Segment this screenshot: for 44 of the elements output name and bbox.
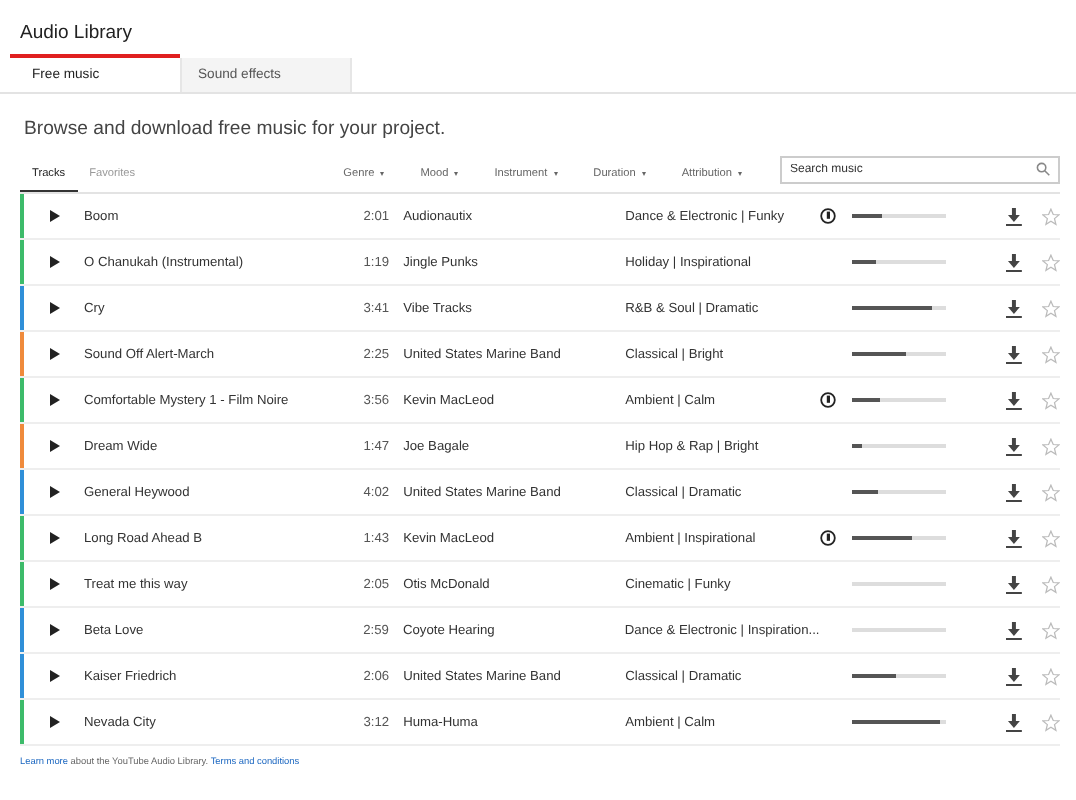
star-icon[interactable]	[1042, 437, 1060, 455]
play-icon[interactable]	[49, 348, 60, 360]
download-icon[interactable]	[1006, 437, 1023, 455]
star-icon[interactable]	[1042, 253, 1060, 271]
star-icon[interactable]	[1042, 207, 1060, 225]
play-icon[interactable]	[49, 210, 60, 222]
caret-icon	[641, 172, 646, 176]
download-icon[interactable]	[1006, 253, 1023, 271]
page-heading: Browse and download free music for your project.	[24, 118, 448, 140]
play-icon[interactable]	[49, 716, 60, 728]
star-icon[interactable]	[1042, 667, 1060, 685]
page-title: Audio Library	[20, 22, 132, 48]
play-icon[interactable]	[49, 440, 60, 452]
play-icon[interactable]	[49, 486, 60, 498]
star-icon[interactable]	[1042, 529, 1060, 547]
play-icon[interactable]	[49, 624, 60, 636]
star-icon[interactable]	[1042, 299, 1060, 317]
download-icon[interactable]	[1006, 575, 1023, 593]
download-icon[interactable]	[1006, 207, 1023, 225]
caret-icon	[738, 172, 742, 176]
caret-icon	[454, 172, 459, 176]
download-icon[interactable]	[1006, 299, 1023, 317]
caret-icon	[553, 172, 558, 176]
star-icon[interactable]	[1042, 391, 1060, 409]
download-icon[interactable]	[1006, 667, 1023, 685]
star-icon[interactable]	[1042, 621, 1060, 639]
download-icon[interactable]	[1006, 529, 1023, 547]
star-icon[interactable]	[1042, 713, 1060, 731]
play-icon[interactable]	[49, 256, 60, 268]
download-icon[interactable]	[1006, 621, 1023, 639]
star-icon[interactable]	[1042, 345, 1060, 363]
play-icon[interactable]	[49, 394, 60, 406]
search-icon[interactable]	[1036, 162, 1050, 176]
download-icon[interactable]	[1006, 713, 1023, 731]
star-icon[interactable]	[1042, 575, 1060, 593]
play-icon[interactable]	[49, 670, 60, 682]
download-icon[interactable]	[1006, 391, 1023, 409]
play-icon[interactable]	[49, 532, 60, 544]
caret-icon	[380, 172, 385, 176]
play-icon[interactable]	[49, 302, 60, 314]
star-icon[interactable]	[1042, 483, 1060, 501]
download-icon[interactable]	[1006, 483, 1023, 501]
play-icon[interactable]	[49, 578, 60, 590]
download-icon[interactable]	[1006, 345, 1023, 363]
